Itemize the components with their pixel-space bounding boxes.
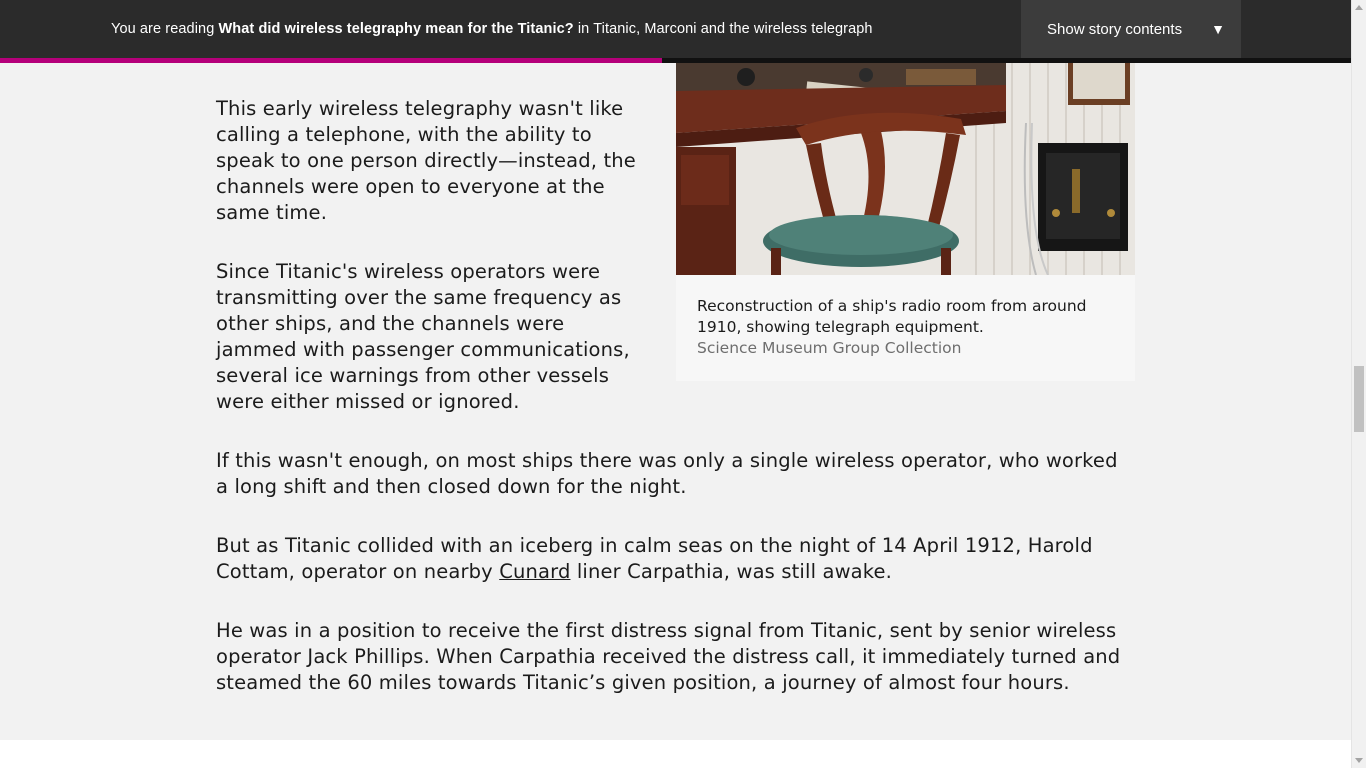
cunard-link[interactable]: Cunard — [499, 560, 570, 583]
article-paragraph: He was in a position to receive the firs… — [216, 619, 1121, 694]
vertical-scrollbar[interactable] — [1351, 0, 1366, 768]
reading-prefix: You are reading — [111, 21, 219, 37]
current-story-title[interactable]: What did wireless telegraphy mean for th… — [218, 21, 573, 37]
scroll-up-arrow-icon[interactable] — [1355, 5, 1363, 10]
show-story-contents-button[interactable]: Show story contents ▼ — [1021, 0, 1241, 58]
article-paragraph: But as Titanic collided with an iceberg … — [216, 533, 1136, 585]
figure-caption: Reconstruction of a ship's radio room fr… — [697, 296, 1117, 359]
section-divider-band — [0, 740, 1351, 768]
reading-progress-fill — [0, 58, 662, 63]
radio-room-illustration — [676, 63, 1135, 275]
article-paragraph: If this wasn't enough, on most ships the… — [216, 449, 1118, 498]
reading-story-name: in Titanic, Marconi and the wireless tel… — [573, 21, 873, 37]
article-paragraph: This early wireless telegraphy wasn't li… — [216, 97, 636, 224]
paragraph-text: liner Carpathia, was still awake. — [570, 560, 893, 583]
reading-bar: You are reading What did wireless telegr… — [0, 0, 1351, 58]
radio-room-figure: Reconstruction of a ship's radio room fr… — [676, 63, 1135, 381]
chevron-down-icon: ▼ — [1211, 21, 1225, 37]
scrollbar-thumb[interactable] — [1354, 366, 1364, 432]
caption-text: Reconstruction of a ship's radio room fr… — [697, 297, 1087, 336]
reading-status: You are reading What did wireless telegr… — [111, 0, 873, 58]
show-story-contents-label: Show story contents — [1047, 20, 1183, 38]
caption-credit: Science Museum Group Collection — [697, 339, 962, 357]
scroll-down-arrow-icon[interactable] — [1355, 758, 1363, 763]
article-paragraph: Since Titanic's wireless operators were … — [216, 260, 630, 413]
radio-room-photo[interactable] — [676, 63, 1135, 275]
